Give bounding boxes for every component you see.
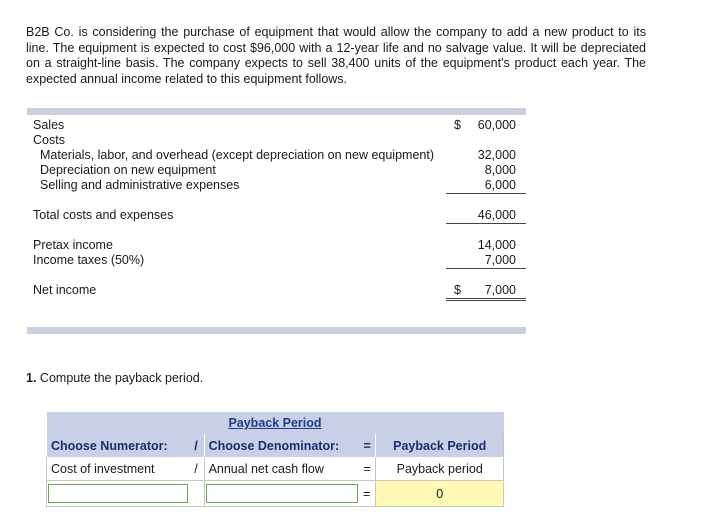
net-label: Net income [33,283,97,297]
income-statement: Sales $ 60,000 Costs Materials, labor, a… [27,118,526,301]
denominator-label: Annual net cash flow [203,457,359,481]
statement-row-depreciation: Depreciation on new equipment 8,000 [27,163,526,178]
materials-label: Materials, labor, and overhead (except d… [40,148,434,162]
equals-sign: = [358,457,376,481]
statement-row-net: Net income $ 7,000 [27,283,526,301]
equals-sign: = [358,434,376,457]
statement-top-bar [27,108,526,115]
divide-sign: / [188,434,205,457]
dollar-sign: $ [454,118,461,132]
payback-title: Payback Period [46,412,504,434]
question: 1. Compute the payback period. [26,371,203,385]
statement-row-materials: Materials, labor, and overhead (except d… [27,148,526,163]
selling-value: 6,000 [446,178,526,194]
depreciation-value: 8,000 [484,163,516,177]
costs-label: Costs [33,133,65,147]
payback-label-row: Cost of investment / Annual net cash flo… [45,457,504,481]
taxes-label: Income taxes (50%) [33,253,145,267]
sales-amount: $ 60,000 [446,118,516,133]
statement-row-costs: Costs [27,133,526,148]
statement-row-selling: Selling and administrative expenses 6,00… [27,178,526,194]
question-number: 1. [26,371,37,385]
total-value: 46,000 [446,208,526,224]
total-label: Total costs and expenses [33,208,174,222]
selling-label: Selling and administrative expenses [40,178,240,192]
divide-sign: / [188,457,205,481]
net-amount: $ 7,000 [446,283,516,298]
payback-table: Payback Period Choose Numerator: / Choos… [45,412,504,507]
equals-sign: = [358,480,376,507]
materials-value: 32,000 [477,148,516,162]
pretax-label: Pretax income [33,238,113,252]
result-label: Payback period [375,457,504,481]
pretax-value: 14,000 [477,238,516,252]
sales-label: Sales [33,118,65,132]
statement-row-taxes: Income taxes (50%) 7,000 [27,253,526,269]
payback-header-row: Choose Numerator: / Choose Denominator: … [45,434,504,457]
statement-bottom-bar [27,327,526,334]
question-text: Compute the payback period. [39,371,204,385]
payback-result-value: 0 [375,480,504,507]
denominator-header: Choose Denominator: [203,434,359,457]
problem-text: B2B Co. is considering the purchase of e… [26,25,646,86]
depreciation-label: Depreciation on new equipment [40,163,216,177]
denominator-input[interactable] [205,484,358,503]
sales-value: 60,000 [477,118,516,132]
net-value: 7,000 [484,283,516,297]
numerator-header: Choose Numerator: [45,434,189,457]
dollar-sign: $ [454,283,461,297]
payback-input-row: = 0 [45,480,504,507]
statement-row-sales: Sales $ 60,000 [27,118,526,133]
result-header: Payback Period [375,434,504,457]
numerator-label: Cost of investment [45,457,189,481]
taxes-value: 7,000 [446,253,526,269]
numerator-input[interactable] [48,484,188,503]
statement-row-total: Total costs and expenses 46,000 [27,208,526,224]
statement-row-pretax: Pretax income 14,000 [27,238,526,253]
